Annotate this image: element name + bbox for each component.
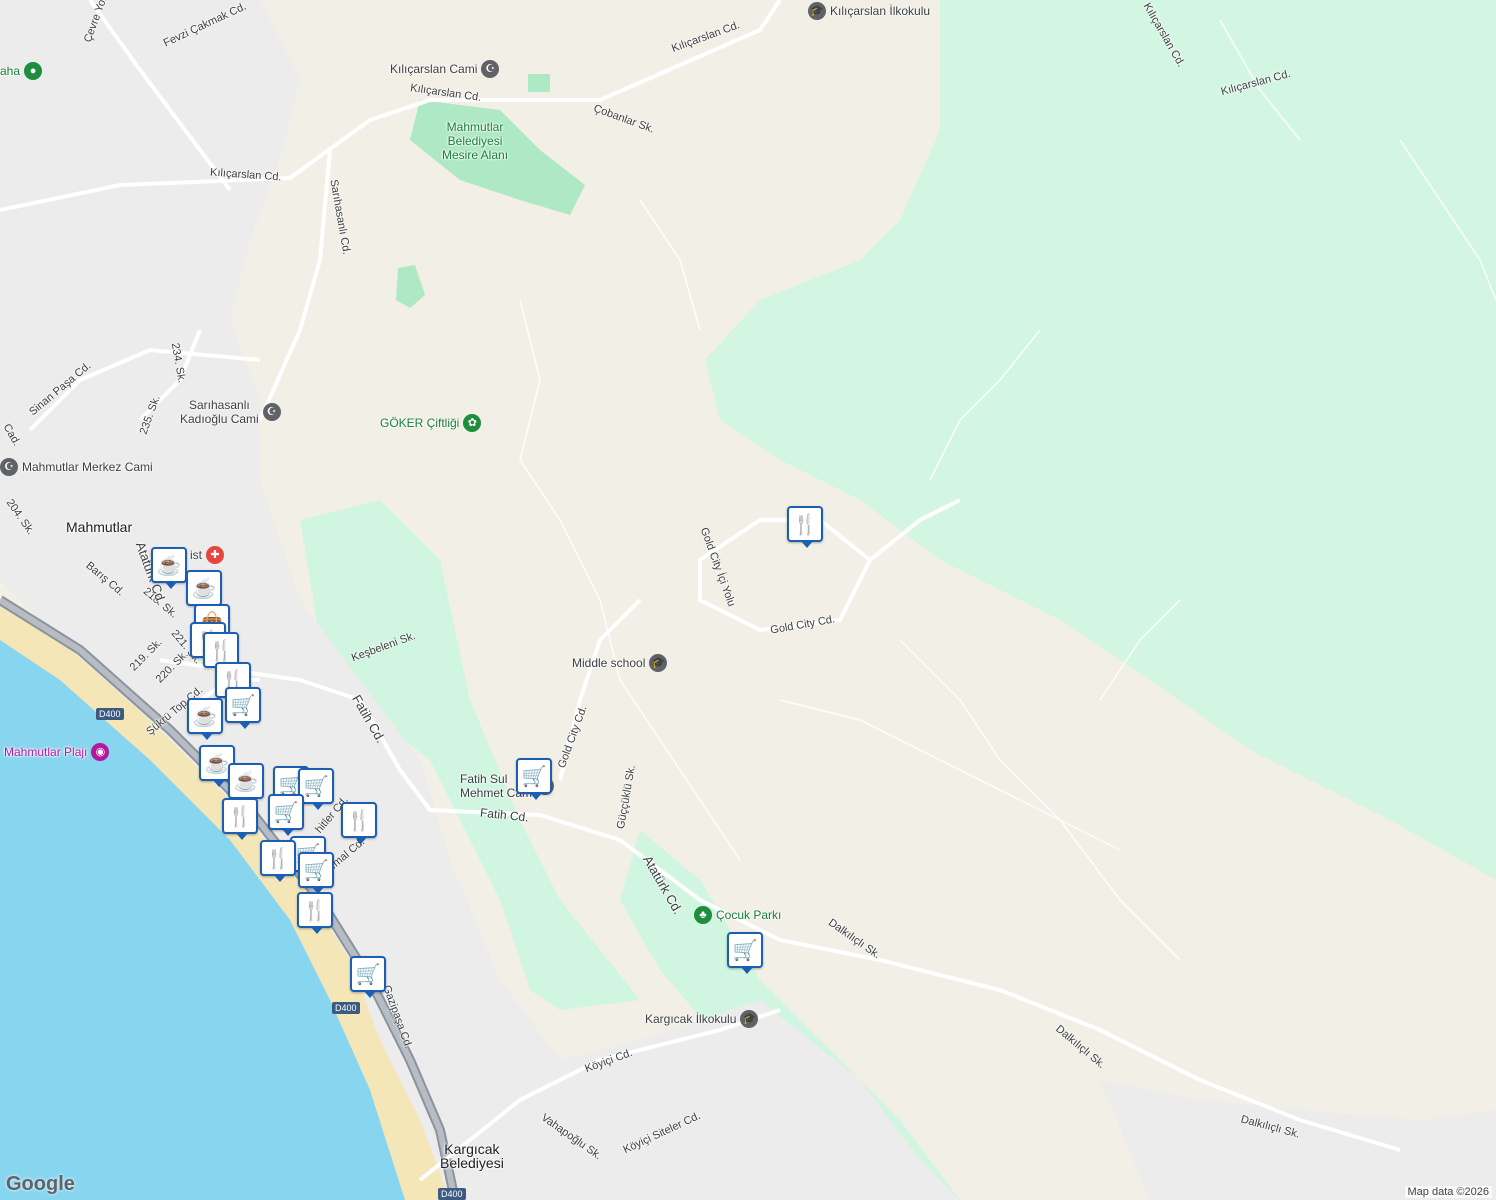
fork-knife-icon: 🍴 bbox=[208, 639, 234, 662]
hospital-icon: ✚ bbox=[206, 546, 224, 564]
coffee-icon: ☕ bbox=[191, 577, 217, 600]
marker-restaurant[interactable]: 🍴 bbox=[341, 802, 377, 844]
highway-shield: D400 bbox=[438, 1188, 466, 1200]
poi-mahmutlar-merkez-cami[interactable]: ☪ Mahmutlar Merkez Cami bbox=[0, 458, 153, 476]
coffee-icon: ☕ bbox=[156, 554, 182, 577]
flower-icon: ✿ bbox=[463, 414, 482, 432]
cart-icon: 🛒 bbox=[521, 765, 547, 788]
poi-mesire-alani[interactable]: Mahmutlar Belediyesi Mesire Alanı bbox=[442, 120, 508, 162]
marker-cafe[interactable]: ☕ bbox=[186, 570, 222, 612]
marker-restaurant[interactable]: 🍴 bbox=[260, 840, 296, 882]
mosque-icon: ☪ bbox=[481, 60, 500, 78]
cart-icon: 🛒 bbox=[355, 963, 381, 986]
fork-knife-icon: 🍴 bbox=[265, 847, 291, 870]
marker-grocery[interactable]: 🛒 bbox=[225, 687, 261, 729]
poi-middle-school[interactable]: Middle school 🎓 bbox=[572, 654, 668, 672]
cart-icon: 🛒 bbox=[273, 801, 299, 824]
place-label-kargicak-belediyesi: Kargıcak Belediyesi bbox=[440, 1141, 504, 1171]
fork-knife-icon: 🍴 bbox=[227, 805, 253, 828]
pin-icon: ● bbox=[24, 62, 43, 80]
coffee-icon: ☕ bbox=[233, 770, 259, 793]
poi-sarihasanli-cami[interactable]: Sarıhasanlı Kadıoğlu Cami ☪ bbox=[180, 398, 281, 426]
school-icon: 🎓 bbox=[808, 2, 826, 20]
cart-icon: 🛒 bbox=[230, 694, 256, 717]
marker-grocery[interactable]: 🛒 bbox=[350, 956, 386, 998]
poi-aha[interactable]: aha ● bbox=[0, 62, 43, 80]
camera-icon: ◉ bbox=[91, 743, 110, 761]
fork-knife-icon: 🍴 bbox=[302, 899, 328, 922]
school-icon: 🎓 bbox=[740, 1010, 759, 1028]
highway-shield: D400 bbox=[96, 708, 124, 720]
tree-icon: ♣ bbox=[694, 906, 712, 924]
coffee-icon: ☕ bbox=[192, 705, 218, 728]
poi-mahmutlar-plaji[interactable]: Mahmutlar Plajı ◉ bbox=[4, 743, 110, 761]
highway-shield: D400 bbox=[332, 1002, 360, 1014]
poi-cocuk-parki[interactable]: ♣ Çocuk Parkı bbox=[694, 906, 781, 924]
place-label-mahmutlar: Mahmutlar bbox=[66, 519, 133, 535]
mosque-icon: ☪ bbox=[262, 403, 281, 421]
marker-cafe[interactable]: ☕ bbox=[187, 698, 223, 740]
poi-kargicak-ilkokulu[interactable]: Kargıcak İlkokulu 🎓 bbox=[645, 1010, 759, 1028]
marker-restaurant[interactable]: 🍴 bbox=[222, 798, 258, 840]
park-square bbox=[528, 74, 550, 92]
cart-icon: 🛒 bbox=[732, 939, 758, 962]
marker-grocery[interactable]: 🛒 bbox=[298, 852, 334, 894]
cart-icon: 🛒 bbox=[303, 775, 329, 798]
fork-knife-icon: 🍴 bbox=[792, 513, 818, 536]
school-icon: 🎓 bbox=[649, 654, 668, 672]
marker-cafe[interactable]: ☕ bbox=[151, 547, 187, 589]
marker-grocery[interactable]: 🛒 bbox=[727, 932, 763, 974]
poi-kilicarslan-ilkokulu[interactable]: 🎓 Kılıçarslan İlkokulu bbox=[808, 2, 930, 20]
coffee-icon: ☕ bbox=[204, 752, 230, 775]
map-attribution: Map data ©2026 bbox=[1404, 1186, 1492, 1198]
marker-cafe[interactable]: ☕ bbox=[228, 763, 264, 805]
cart-icon: 🛒 bbox=[303, 859, 329, 882]
poi-goker-ciftligi[interactable]: GÖKER Çiftliği ✿ bbox=[380, 414, 482, 432]
fork-knife-icon: 🍴 bbox=[346, 809, 372, 832]
mosque-icon: ☪ bbox=[0, 458, 18, 476]
marker-grocery[interactable]: 🛒 bbox=[268, 794, 304, 836]
marker-restaurant[interactable]: 🍴 bbox=[787, 506, 823, 548]
poi-kilicarslan-cami[interactable]: Kılıçarslan Cami ☪ bbox=[390, 60, 500, 78]
google-logo: Google bbox=[6, 1173, 75, 1195]
poi-hospital[interactable]: ist ✚ bbox=[190, 546, 224, 564]
marker-grocery[interactable]: 🛒 bbox=[516, 758, 552, 800]
marker-restaurant[interactable]: 🍴 bbox=[297, 892, 333, 934]
